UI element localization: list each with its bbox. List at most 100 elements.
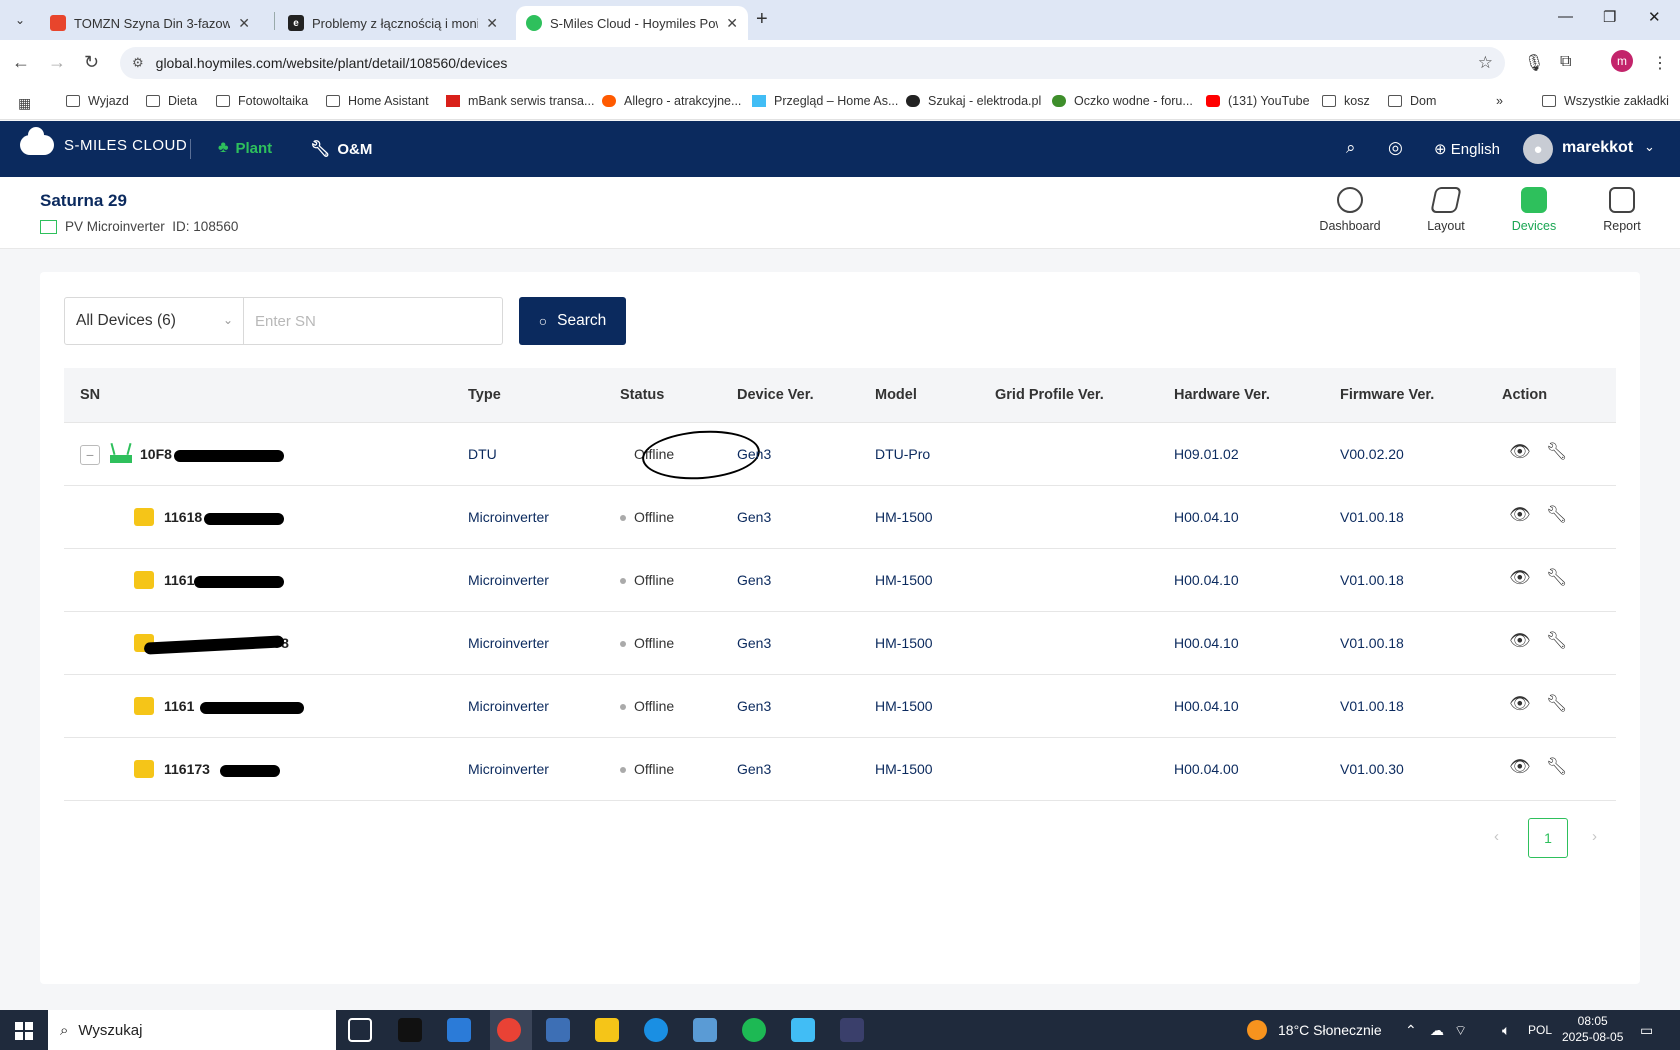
bookmark-item[interactable]: Szukaj - elektroda.pl bbox=[906, 94, 1041, 108]
table-row[interactable]: 11618 Microinverter Offline Gen3 HM-1500… bbox=[64, 486, 1616, 549]
home-assistant-icon bbox=[752, 95, 766, 107]
volume-icon[interactable]: 🔈︎ bbox=[1502, 1022, 1510, 1039]
bookmark-item[interactable]: Dom bbox=[1388, 94, 1436, 108]
language-indicator[interactable]: POL bbox=[1528, 1023, 1552, 1037]
task-view-icon[interactable] bbox=[348, 1018, 372, 1042]
profile-avatar[interactable]: m bbox=[1611, 50, 1633, 72]
onedrive-icon[interactable]: ☁ bbox=[1430, 1022, 1444, 1039]
device-filter-select[interactable]: All Devices (6) ⌄ bbox=[64, 297, 244, 345]
calculator-app-icon[interactable] bbox=[546, 1018, 570, 1042]
view-eye-icon[interactable]: 👁︎ bbox=[1509, 442, 1531, 462]
bookmark-item[interactable]: kosz bbox=[1322, 94, 1370, 108]
close-icon[interactable]: ✕ bbox=[726, 15, 738, 32]
site-info-icon[interactable]: ⚙ bbox=[132, 55, 144, 71]
terminal-app-icon[interactable] bbox=[398, 1018, 422, 1042]
username[interactable]: marekkot bbox=[1562, 139, 1633, 157]
address-bar[interactable]: ⚙ global.hoymiles.com/website/plant/deta… bbox=[120, 47, 1505, 79]
browser-tab-2[interactable]: e Problemy z łącznością i monito ✕ bbox=[278, 6, 508, 40]
language-selector[interactable]: ⊕ English bbox=[1434, 140, 1500, 158]
remote-desktop-icon[interactable] bbox=[693, 1018, 717, 1042]
resolve-app-icon[interactable] bbox=[840, 1018, 864, 1042]
help-icon[interactable]: ◎ bbox=[1388, 138, 1403, 158]
table-row[interactable]: 1161 Microinverter Offline Gen3 HM-1500 … bbox=[64, 675, 1616, 738]
table-row[interactable]: 1161 Microinverter Offline Gen3 HM-1500 … bbox=[64, 549, 1616, 612]
url-text[interactable]: global.hoymiles.com/website/plant/detail… bbox=[156, 55, 508, 71]
tab-layout[interactable]: Layout bbox=[1406, 187, 1486, 233]
s-miles-cloud-logo[interactable]: S-MILES CLOUD bbox=[20, 127, 187, 155]
thunderbird-app-icon[interactable] bbox=[644, 1018, 668, 1042]
window-close-icon[interactable]: ✕ bbox=[1648, 8, 1661, 26]
store-app-icon[interactable] bbox=[447, 1018, 471, 1042]
weather-text[interactable]: 18°C Słonecznie bbox=[1278, 1022, 1382, 1038]
clock[interactable]: 08:05 2025-08-05 bbox=[1562, 1013, 1623, 1045]
browser-tab-1[interactable]: TOMZN Szyna Din 3-fazowa dla ✕ bbox=[40, 6, 260, 40]
wrench-icon[interactable]: 🔧︎ bbox=[1546, 694, 1568, 714]
next-page-icon[interactable]: › bbox=[1592, 828, 1597, 845]
wrench-icon[interactable]: 🔧︎ bbox=[1546, 631, 1568, 651]
wrench-icon[interactable]: 🔧︎ bbox=[1546, 568, 1568, 588]
wrench-icon[interactable]: 🔧︎ bbox=[1546, 442, 1568, 462]
close-icon[interactable]: ✕ bbox=[486, 15, 498, 32]
folder-icon bbox=[1388, 95, 1402, 107]
back-icon[interactable]: ← bbox=[12, 52, 30, 73]
chrome-app-icon[interactable] bbox=[497, 1018, 521, 1042]
search-icon[interactable]: ⌕ bbox=[1346, 138, 1356, 158]
bookmark-star-icon[interactable]: ☆ bbox=[1478, 53, 1493, 73]
spotify-app-icon[interactable] bbox=[742, 1018, 766, 1042]
microphone-icon[interactable]: 🎙 bbox=[1524, 53, 1544, 73]
network-icon[interactable]: ⌔ bbox=[1454, 1022, 1467, 1040]
wrench-icon[interactable]: 🔧︎ bbox=[1546, 757, 1568, 777]
file-explorer-icon[interactable] bbox=[595, 1018, 619, 1042]
notifications-icon[interactable]: ▭ bbox=[1640, 1022, 1653, 1039]
taskbar-search[interactable]: ⌕ Wyszukaj bbox=[48, 1010, 336, 1050]
weather-sun-icon[interactable] bbox=[1247, 1020, 1267, 1040]
minimize-icon[interactable]: — bbox=[1558, 8, 1573, 25]
view-eye-icon[interactable]: 👁︎ bbox=[1509, 568, 1531, 588]
collapse-icon[interactable]: − bbox=[80, 445, 100, 465]
page-1-button[interactable]: 1 bbox=[1528, 818, 1568, 858]
nav-plant[interactable]: ♣ Plant bbox=[218, 139, 272, 157]
view-eye-icon[interactable]: 👁︎ bbox=[1509, 631, 1531, 651]
chevron-up-icon[interactable]: ⌃ bbox=[1405, 1022, 1417, 1039]
table-row[interactable]: 50598 Microinverter Offline Gen3 HM-1500… bbox=[64, 612, 1616, 675]
bookmark-item[interactable]: Oczko wodne - foru... bbox=[1052, 94, 1193, 108]
forward-icon[interactable]: → bbox=[48, 52, 66, 73]
bookmark-item[interactable]: Home Asistant bbox=[326, 94, 429, 108]
tab-devices[interactable]: Devices bbox=[1494, 187, 1574, 233]
tab-search-dropdown-icon[interactable]: ⌄ bbox=[8, 8, 32, 32]
bookmark-item[interactable]: Wyjazd bbox=[66, 94, 129, 108]
wrench-icon[interactable]: 🔧︎ bbox=[1546, 505, 1568, 525]
restore-icon[interactable]: ❐ bbox=[1603, 8, 1616, 26]
apps-grid-icon[interactable]: ▦ bbox=[18, 95, 31, 112]
bookmark-item[interactable]: Allegro - atrakcyjne... bbox=[602, 94, 741, 108]
search-button[interactable]: ○ Search bbox=[519, 297, 626, 345]
menu-icon[interactable]: ⋮ bbox=[1652, 53, 1668, 73]
close-icon[interactable]: ✕ bbox=[238, 15, 250, 32]
table-row[interactable]: − 10F8 DTU Offline Gen3 DTU-Pro H09.01.0… bbox=[64, 423, 1616, 486]
bookmark-item[interactable]: Przegląd – Home As... bbox=[752, 94, 898, 108]
bookmark-item[interactable]: (131) YouTube bbox=[1206, 94, 1310, 108]
prev-page-icon[interactable]: ‹ bbox=[1494, 828, 1499, 845]
extensions-icon[interactable]: ⧉ bbox=[1560, 53, 1571, 71]
bookmark-item[interactable]: Fotowoltaika bbox=[216, 94, 308, 108]
all-bookmarks[interactable]: Wszystkie zakładki bbox=[1542, 94, 1669, 108]
folder-icon bbox=[216, 95, 230, 107]
tab-dashboard[interactable]: Dashboard bbox=[1310, 187, 1390, 233]
new-tab-icon[interactable]: + bbox=[756, 8, 768, 31]
sn-search-input[interactable] bbox=[243, 297, 503, 345]
user-avatar[interactable]: ● bbox=[1523, 134, 1553, 164]
home-assistant-app-icon[interactable] bbox=[791, 1018, 815, 1042]
reload-icon[interactable]: ↻ bbox=[84, 52, 99, 73]
chevron-down-icon[interactable]: ⌄ bbox=[1644, 139, 1655, 155]
windows-start-icon[interactable] bbox=[15, 1022, 33, 1040]
view-eye-icon[interactable]: 👁︎ bbox=[1509, 757, 1531, 777]
more-bookmarks-icon[interactable]: » bbox=[1496, 94, 1503, 108]
bookmark-item[interactable]: mBank serwis transa... bbox=[446, 94, 594, 108]
bookmark-item[interactable]: Dieta bbox=[146, 94, 197, 108]
browser-tab-3-active[interactable]: S-Miles Cloud - Hoymiles Powe ✕ bbox=[516, 6, 748, 40]
nav-om[interactable]: 🔧︎ O&M bbox=[310, 139, 372, 159]
view-eye-icon[interactable]: 👁︎ bbox=[1509, 694, 1531, 714]
view-eye-icon[interactable]: 👁︎ bbox=[1509, 505, 1531, 525]
table-row[interactable]: 116173 Microinverter Offline Gen3 HM-150… bbox=[64, 738, 1616, 801]
tab-report[interactable]: Report bbox=[1582, 187, 1662, 233]
